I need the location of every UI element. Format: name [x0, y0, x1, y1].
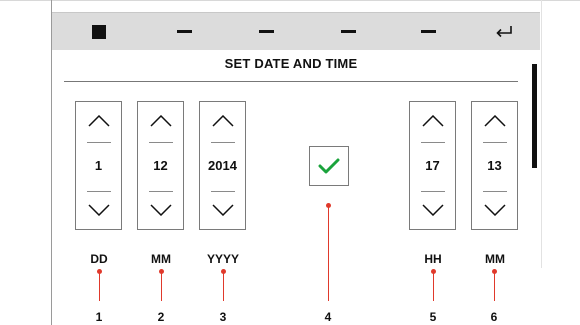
chevron-down-icon [211, 204, 234, 216]
return-arrow-icon [496, 25, 512, 37]
callout-line [161, 271, 162, 301]
hour-value: 17 [425, 158, 440, 173]
confirm-button[interactable] [309, 146, 349, 186]
chevron-down-icon [149, 204, 172, 216]
callout-line [494, 271, 495, 301]
month-label: MM [151, 252, 171, 266]
minute-increment-button[interactable] [472, 102, 517, 140]
dash-icon [176, 30, 192, 33]
callout-line [99, 271, 100, 301]
day-label: DD [90, 252, 108, 266]
scrollbar[interactable] [532, 64, 537, 168]
minute-decrement-button[interactable] [472, 191, 517, 229]
spinner-divider [421, 142, 445, 143]
toolbar [52, 12, 540, 50]
dash-icon [258, 30, 274, 33]
spinner-divider [149, 142, 173, 143]
month-value: 12 [153, 158, 168, 173]
month-spinner: 12 [137, 101, 184, 230]
callout-number-6: 6 [490, 310, 498, 324]
dash-icon [420, 30, 436, 33]
year-label: YYYY [206, 252, 239, 266]
month-decrement-button[interactable] [138, 191, 183, 229]
dash-icon [340, 30, 356, 33]
day-spinner: 1 [75, 101, 122, 230]
stop-icon [92, 24, 106, 39]
frame-top-border [0, 0, 580, 1]
callout-number-5: 5 [429, 310, 437, 324]
hour-decrement-button[interactable] [410, 191, 455, 229]
callout-number-4: 4 [324, 310, 332, 324]
minute-spinner: 13 [471, 101, 518, 230]
day-increment-button[interactable] [76, 102, 121, 140]
checkmark-icon [318, 158, 340, 174]
minute-label: MM [485, 252, 505, 266]
stop-button[interactable] [88, 13, 110, 50]
dash-button-3[interactable] [336, 13, 360, 50]
day-decrement-button[interactable] [76, 191, 121, 229]
spinner-divider [87, 142, 111, 143]
chevron-down-icon [87, 204, 110, 216]
day-value: 1 [94, 158, 103, 173]
callout-line [328, 205, 329, 301]
hour-spinner: 17 [409, 101, 456, 230]
dash-button-1[interactable] [172, 13, 196, 50]
year-value: 2014 [208, 158, 237, 173]
chevron-down-icon [483, 204, 506, 216]
frame-right-border [541, 0, 542, 268]
month-increment-button[interactable] [138, 102, 183, 140]
callout-line [223, 271, 224, 301]
enter-button[interactable] [492, 13, 516, 50]
dash-button-4[interactable] [416, 13, 440, 50]
callout-number-3: 3 [219, 310, 227, 324]
spinner-divider [211, 142, 235, 143]
chevron-up-icon [483, 115, 506, 127]
hour-increment-button[interactable] [410, 102, 455, 140]
chevron-up-icon [149, 115, 172, 127]
header-divider [64, 81, 518, 82]
page-title: SET DATE AND TIME [224, 56, 358, 71]
chevron-up-icon [87, 115, 110, 127]
callout-number-1: 1 [95, 310, 103, 324]
year-spinner: 2014 [199, 101, 246, 230]
minute-value: 13 [487, 158, 502, 173]
dash-button-2[interactable] [254, 13, 278, 50]
year-increment-button[interactable] [200, 102, 245, 140]
spinner-divider [483, 142, 507, 143]
hour-label: HH [424, 252, 442, 266]
chevron-up-icon [421, 115, 444, 127]
callout-number-2: 2 [157, 310, 165, 324]
year-decrement-button[interactable] [200, 191, 245, 229]
callout-line [433, 271, 434, 301]
chevron-down-icon [421, 204, 444, 216]
chevron-up-icon [211, 115, 234, 127]
